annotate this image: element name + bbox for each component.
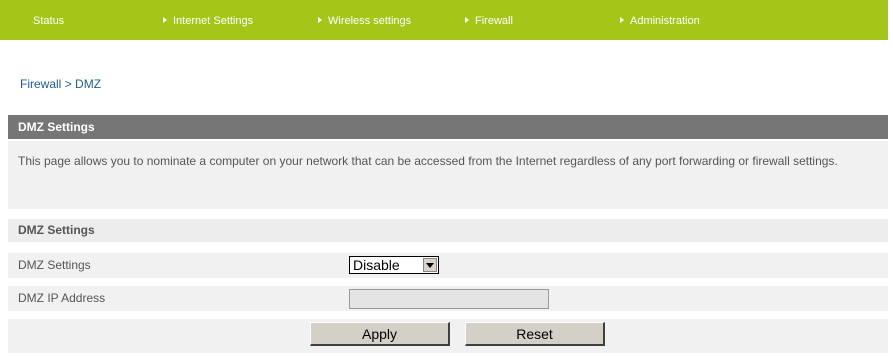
dmz-ip-input[interactable] [349,289,549,309]
arrow-right-icon [465,17,469,23]
page-description: This page allows you to nominate a compu… [8,141,888,209]
nav-firewall-label: Firewall [475,15,513,27]
dmz-ip-row: DMZ IP Address [8,286,888,311]
nav-internet-settings-label: Internet Settings [173,15,254,27]
nav-status[interactable]: Status [33,13,64,29]
settings-subheader: DMZ Settings [8,219,888,242]
breadcrumb-separator: > [64,77,72,91]
dmz-settings-row: DMZ Settings Disable [8,253,888,278]
dropdown-button[interactable] [423,258,437,272]
top-nav-bar: Status Internet Settings Wireless settin… [0,0,888,40]
arrow-right-icon [318,17,322,23]
breadcrumb-current-page: DMZ [75,77,102,91]
nav-wireless-settings[interactable]: Wireless settings [318,13,411,29]
arrow-right-icon [163,17,167,23]
reset-button[interactable]: Reset [465,322,605,346]
breadcrumb-firewall[interactable]: Firewall [20,77,61,91]
nav-wireless-settings-label: Wireless settings [328,15,412,27]
nav-administration[interactable]: Administration [620,13,700,29]
nav-firewall[interactable]: Firewall [465,13,513,29]
apply-button[interactable]: Apply [310,322,450,346]
buttons-row: Apply Reset [8,319,888,353]
dmz-ip-label: DMZ IP Address [18,291,106,305]
arrow-right-icon [620,17,624,23]
dmz-mode-value: Disable [353,257,400,273]
dmz-mode-select[interactable]: Disable [349,256,439,274]
chevron-down-icon [426,263,434,268]
dmz-settings-label: DMZ Settings [18,258,91,272]
nav-status-label: Status [33,15,65,27]
breadcrumb: Firewall > DMZ [20,77,101,91]
nav-internet-settings[interactable]: Internet Settings [163,13,253,29]
nav-administration-label: Administration [630,15,700,27]
section-header: DMZ Settings [8,115,888,139]
